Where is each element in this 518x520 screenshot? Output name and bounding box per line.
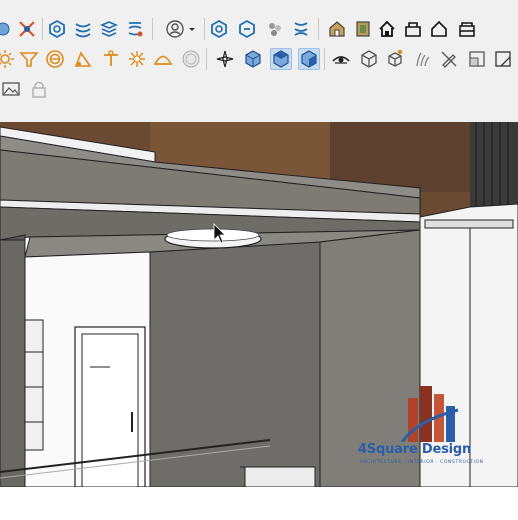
house-front-icon[interactable] (402, 18, 424, 40)
section-fill-icon[interactable] (208, 18, 230, 40)
picture-icon[interactable] (0, 78, 22, 100)
zoom-extents-icon[interactable] (16, 18, 38, 40)
extension-icon[interactable] (352, 18, 374, 40)
watermark-brand: 4Square Design (358, 442, 472, 457)
scale-icon[interactable] (466, 48, 488, 70)
grass-icon[interactable] (412, 48, 434, 70)
eye-icon[interactable] (330, 48, 352, 70)
toolbar-area (0, 0, 518, 122)
watermark-logo: 4Square Design ARCHITECTURE · INTERIOR ·… (358, 380, 498, 476)
section-cut-icon[interactable] (236, 18, 258, 40)
lock-icon[interactable] (28, 78, 50, 100)
house-icon[interactable] (376, 18, 398, 40)
box-explode-icon[interactable] (384, 48, 406, 70)
box-icon[interactable] (358, 48, 380, 70)
toolbar-row-3 (0, 78, 60, 104)
funnel-icon[interactable] (18, 48, 40, 70)
dome-icon[interactable] (152, 48, 174, 70)
view-front-icon[interactable] (298, 48, 320, 70)
section-plane-icon[interactable] (46, 18, 68, 40)
layers-icon[interactable] (72, 18, 94, 40)
view-top-icon[interactable] (270, 48, 292, 70)
triangle-ruler-icon[interactable] (72, 48, 94, 70)
pencil-slash-icon[interactable] (438, 48, 460, 70)
watermark-tagline: ARCHITECTURE · INTERIOR · CONSTRUCTION (360, 460, 484, 465)
dropdown-arrow-icon[interactable] (186, 18, 198, 40)
components-icon[interactable] (264, 18, 286, 40)
user-icon[interactable] (164, 18, 186, 40)
view-iso-icon[interactable] (242, 48, 264, 70)
toolbar-row-1 (0, 18, 518, 44)
toolbar-row-2 (0, 48, 518, 74)
materials-icon[interactable] (98, 18, 120, 40)
outliner-icon[interactable] (290, 18, 312, 40)
3d-viewport[interactable]: 4Square Design ARCHITECTURE · INTERIOR ·… (0, 122, 518, 487)
bottom-blank-area (0, 487, 518, 520)
spotlight-icon[interactable] (100, 48, 122, 70)
frame-icon[interactable] (492, 48, 514, 70)
building-icon[interactable] (456, 18, 478, 40)
building-logo-icon (400, 386, 459, 442)
light-icon[interactable] (0, 48, 16, 70)
styles-icon[interactable] (124, 18, 146, 40)
target-icon[interactable] (44, 48, 66, 70)
compass-icon[interactable] (214, 48, 236, 70)
house-outline-icon[interactable] (428, 18, 450, 40)
sun-icon[interactable] (126, 48, 148, 70)
orbit-icon[interactable] (0, 18, 14, 40)
warehouse-icon[interactable] (326, 18, 348, 40)
sphere-icon[interactable] (180, 48, 202, 70)
